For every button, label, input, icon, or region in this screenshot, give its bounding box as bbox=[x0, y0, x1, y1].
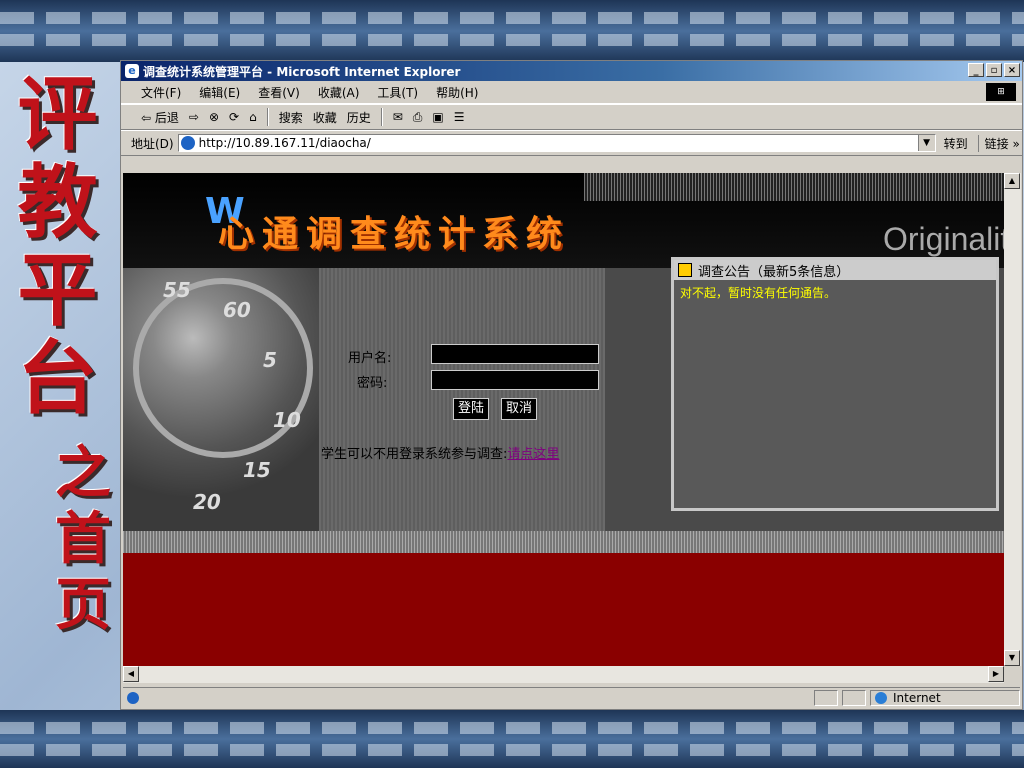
footer-pattern bbox=[123, 531, 1004, 553]
zone-label: Internet bbox=[893, 691, 941, 705]
menu-file[interactable]: 文件(F) bbox=[141, 84, 181, 101]
notice-header: 调查公告（最新5条信息） bbox=[674, 260, 996, 280]
scroll-right-icon[interactable]: ▶ bbox=[988, 666, 1004, 682]
scroll-down-icon[interactable]: ▼ bbox=[1004, 650, 1020, 666]
ie-icon: e bbox=[125, 64, 139, 78]
film-strip-top bbox=[0, 0, 1024, 62]
status-cell bbox=[842, 690, 866, 706]
refresh-icon[interactable]: ⟳ bbox=[229, 110, 239, 124]
page-status-icon bbox=[127, 692, 139, 704]
guest-note: 学生可以不用登录系统参与调查:请点这里 bbox=[321, 443, 559, 462]
scroll-left-icon[interactable]: ◀ bbox=[123, 666, 139, 682]
title-bar: e 调查统计系统管理平台 - Microsoft Internet Explor… bbox=[121, 61, 1022, 81]
page-icon bbox=[180, 136, 195, 150]
status-cell bbox=[814, 690, 838, 706]
discuss-icon[interactable]: ☰ bbox=[454, 110, 465, 124]
password-input[interactable] bbox=[431, 370, 599, 390]
menu-bar: 文件(F) 编辑(E) 查看(V) 收藏(A) 工具(T) 帮助(H) ⊞ bbox=[121, 81, 1022, 104]
header-pattern bbox=[584, 173, 1004, 201]
address-bar: 地址(D) http://10.89.167.11/diaocha/ ▼ 转到 … bbox=[121, 130, 1022, 156]
stop-icon[interactable]: ⊗ bbox=[209, 110, 219, 124]
windows-logo-icon: ⊞ bbox=[986, 83, 1016, 101]
menu-tools[interactable]: 工具(T) bbox=[377, 84, 418, 101]
stopwatch-graphic: 55 60 5 10 15 20 bbox=[123, 268, 319, 531]
forward-button[interactable]: ⇨ bbox=[189, 110, 199, 124]
go-button[interactable]: 转到 bbox=[944, 135, 968, 152]
username-label: 用户名: bbox=[348, 351, 392, 366]
slide-title: 评教平台 bbox=[17, 67, 98, 425]
notice-box: 调查公告（最新5条信息） 对不起，暂时没有任何通告。 bbox=[671, 257, 999, 511]
menu-favorites[interactable]: 收藏(A) bbox=[318, 84, 360, 101]
dial-number: 15 bbox=[243, 458, 271, 482]
favorites-button[interactable]: 收藏 bbox=[313, 109, 337, 126]
dial-number: 20 bbox=[193, 490, 221, 514]
status-bar: Internet bbox=[123, 687, 1020, 708]
toolbar-separator bbox=[266, 108, 269, 126]
toolbar-separator bbox=[380, 108, 383, 126]
back-button[interactable]: ⇦ 后退 bbox=[141, 109, 179, 126]
guest-note-text: 学生可以不用登录系统参与调查: bbox=[321, 447, 508, 462]
username-input[interactable] bbox=[431, 344, 599, 364]
web-page: W 心通调查统计系统 Originalit 55 60 5 10 15 20 用… bbox=[123, 173, 1004, 666]
notice-icon bbox=[678, 263, 692, 277]
print-icon[interactable]: ⎙ bbox=[413, 110, 423, 125]
history-button[interactable]: 历史 bbox=[347, 109, 371, 126]
menu-view[interactable]: 查看(V) bbox=[258, 84, 300, 101]
dial-number: 10 bbox=[273, 408, 301, 432]
film-strip-bottom bbox=[0, 710, 1024, 768]
browser-window: e 调查统计系统管理平台 - Microsoft Internet Explor… bbox=[120, 60, 1023, 710]
window-title: 调查统计系统管理平台 - Microsoft Internet Explorer bbox=[143, 64, 461, 79]
cancel-button[interactable]: 取消 bbox=[501, 398, 538, 420]
security-zone: Internet bbox=[870, 690, 1020, 706]
brand-title: 心通调查统计系统 bbox=[218, 213, 571, 255]
login-button[interactable]: 登陆 bbox=[453, 398, 490, 420]
address-input[interactable]: http://10.89.167.11/diaocha/ ▼ bbox=[177, 134, 936, 152]
guest-link[interactable]: 请点这里 bbox=[507, 447, 559, 462]
maximize-button[interactable]: ▫ bbox=[986, 63, 1002, 77]
tool-bar: ⇦ 后退 ⇨ ⊗ ⟳ ⌂ 搜索 收藏 历史 ✉ ⎙ ▣ ☰ bbox=[121, 104, 1022, 130]
address-label: 地址(D) bbox=[131, 136, 174, 151]
slide-subtitle: 之首页 bbox=[55, 440, 111, 638]
menu-edit[interactable]: 编辑(E) bbox=[199, 84, 240, 101]
edit-icon[interactable]: ▣ bbox=[432, 110, 443, 124]
links-button[interactable]: 链接 » bbox=[977, 134, 1020, 152]
decorative-text: Originalit bbox=[883, 221, 1004, 257]
address-url: http://10.89.167.11/diaocha/ bbox=[198, 136, 371, 150]
minimize-button[interactable]: _ bbox=[968, 63, 984, 77]
notice-title: 调查公告（最新5条信息） bbox=[698, 264, 850, 280]
dial-number: 55 bbox=[163, 278, 191, 302]
mail-icon[interactable]: ✉ bbox=[393, 110, 403, 124]
notice-body: 对不起，暂时没有任何通告。 bbox=[680, 286, 837, 300]
dial-number: 5 bbox=[263, 348, 277, 372]
chevron-down-icon[interactable]: ▼ bbox=[917, 135, 935, 151]
vertical-scrollbar[interactable]: ▲ ▼ bbox=[1004, 173, 1021, 666]
globe-icon bbox=[875, 692, 887, 704]
dial-number: 60 bbox=[223, 298, 251, 322]
home-icon[interactable]: ⌂ bbox=[249, 110, 257, 124]
password-label: 密码: bbox=[357, 376, 388, 391]
menu-help[interactable]: 帮助(H) bbox=[436, 84, 478, 101]
search-button[interactable]: 搜索 bbox=[279, 109, 303, 126]
page-header: W 心通调查统计系统 Originalit bbox=[123, 173, 1004, 268]
horizontal-scrollbar[interactable]: ◀ ▶ bbox=[123, 666, 1004, 683]
close-button[interactable]: × bbox=[1004, 63, 1020, 77]
scroll-up-icon[interactable]: ▲ bbox=[1004, 173, 1020, 189]
